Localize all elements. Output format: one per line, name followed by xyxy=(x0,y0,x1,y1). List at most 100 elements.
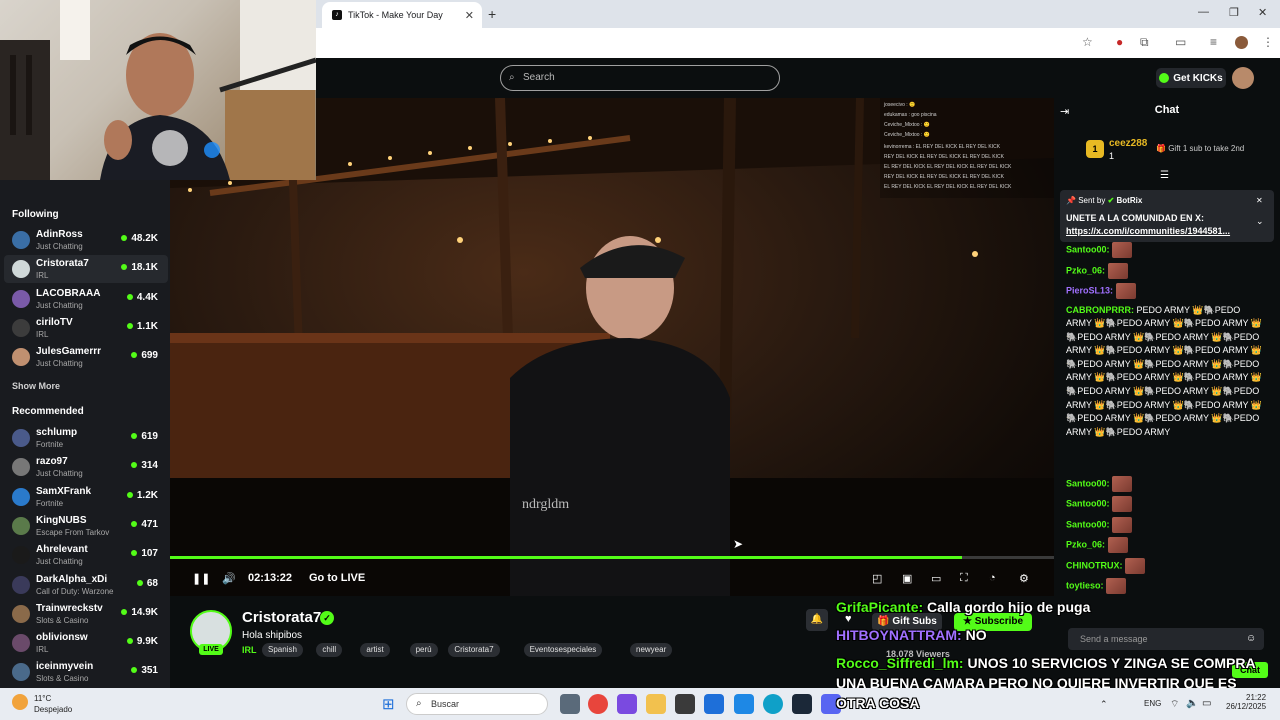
chat-username[interactable]: Pzko_06: xyxy=(1066,265,1105,275)
taskbar-search-input[interactable]: ⌕ Buscar xyxy=(406,693,548,715)
chat-username[interactable]: CABRONPRRR: xyxy=(1066,305,1134,315)
chat-username[interactable]: PieroSL13: xyxy=(1066,285,1113,295)
chat-message[interactable]: Santoo00: xyxy=(1066,242,1266,258)
sidebar-channel-samxfrank[interactable]: SamXFrank Fortnite 1.2K xyxy=(4,483,168,511)
sidebar-channel-trainwreckstv[interactable]: Trainwreckstv Slots & Casino 14.9K xyxy=(4,600,168,628)
steam-icon[interactable] xyxy=(792,694,812,714)
search-input[interactable]: ⌕ Search xyxy=(500,65,780,91)
chat-message[interactable]: CABRONPRRR: PEDO ARMY 👑🐘PEDO ARMY 👑🐘PEDO… xyxy=(1066,304,1266,440)
tray-chevron-icon[interactable]: ⌃ xyxy=(1100,699,1108,710)
new-tab-button[interactable]: + xyxy=(488,6,496,22)
sidebar-channel-darkalpha_xdi[interactable]: DarkAlpha_xDi Call of Duty: Warzone 68 xyxy=(4,571,168,599)
close-window-icon[interactable]: ✕ xyxy=(1258,6,1267,19)
clip-icon[interactable]: ▣ xyxy=(902,572,912,585)
stream-tag[interactable]: Eventosespeciales xyxy=(523,643,603,657)
file-explorer-icon[interactable] xyxy=(646,694,666,714)
sidebar-channel-razo97[interactable]: razo97 Just Chatting 314 xyxy=(4,453,168,481)
wifi-icon[interactable]: ⌔ xyxy=(1170,698,1179,711)
dropbox-icon[interactable] xyxy=(734,694,754,714)
sidebar-channel-cristorata7[interactable]: Cristorata7 IRL 18.1K xyxy=(4,255,168,284)
fullscreen-icon[interactable]: ⛶ xyxy=(960,572,968,585)
language-indicator[interactable]: ENG xyxy=(1144,699,1161,708)
channel-category: Just Chatting xyxy=(36,557,83,567)
pause-icon[interactable]: ❚❚ xyxy=(192,572,210,585)
edge-icon[interactable] xyxy=(763,694,783,714)
chat-username[interactable]: CHINOTRUX: xyxy=(1066,560,1123,570)
battery-icon[interactable]: ▭ xyxy=(1202,698,1211,709)
chat-message[interactable]: Pzko_06: xyxy=(1066,262,1266,279)
sidebar-channel-ahrelevant[interactable]: Ahrelevant Just Chatting 107 xyxy=(4,541,168,569)
sidebar-channel-schlump[interactable]: schlump Fortnite 619 xyxy=(4,424,168,452)
taskbar-clock[interactable]: 21:22 26/12/2025 xyxy=(1226,693,1266,711)
miniplayer-icon[interactable]: ◰ xyxy=(872,572,882,585)
copilot-icon[interactable] xyxy=(617,694,637,714)
bookmark-star-icon[interactable]: ☆ xyxy=(1082,35,1093,49)
sidebar-channel-julesgamerrr[interactable]: JulesGamerrr Just Chatting 699 xyxy=(4,343,168,371)
extensions-icon[interactable]: ⧉ xyxy=(1140,35,1149,50)
weather-icon[interactable] xyxy=(12,694,28,710)
sidebar-channel-oblivionsw[interactable]: oblivionsw IRL 9.9K xyxy=(4,629,168,657)
volume-icon[interactable]: 🔊 xyxy=(222,572,236,585)
sidebar-channel-lacobraaa[interactable]: LACOBRAAA Just Chatting 4.4K xyxy=(4,285,168,313)
playback-speed-icon[interactable]: ◔ xyxy=(989,572,996,584)
stream-category[interactable]: IRL xyxy=(242,645,257,655)
close-tab-icon[interactable]: ✕ xyxy=(465,9,474,22)
speaker-icon[interactable]: 🔈 xyxy=(1186,698,1198,709)
chat-username[interactable]: Santoo00: xyxy=(1066,478,1110,488)
store-icon[interactable] xyxy=(675,694,695,714)
chat-message[interactable]: Santoo00: xyxy=(1066,496,1266,512)
chrome-icon[interactable] xyxy=(588,694,608,714)
reading-list-icon[interactable]: ≡ xyxy=(1210,35,1217,49)
sidebar-channel-kingnubs[interactable]: KingNUBS Escape From Tarkov 471 xyxy=(4,512,168,540)
stream-tag[interactable]: artist xyxy=(360,643,390,657)
browser-menu-icon[interactable]: ⋮ xyxy=(1262,35,1274,49)
chat-username[interactable]: Santoo00: xyxy=(1066,519,1110,529)
top-gifter-name[interactable]: ceez288 xyxy=(1109,138,1147,149)
notification-bell-button[interactable]: 🔔 xyxy=(806,609,828,631)
settings-gear-icon[interactable]: ⚙ xyxy=(1019,572,1029,585)
chat-message[interactable]: PieroSL13: xyxy=(1066,283,1266,299)
windows-start-icon[interactable]: ⊞ xyxy=(382,695,395,713)
theater-mode-icon[interactable]: ▭ xyxy=(931,572,941,585)
sidebar-channel-cirilotv[interactable]: ciriloTV IRL 1.1K xyxy=(4,314,168,342)
browser-tab[interactable]: ♪ TikTok - Make Your Day ✕ xyxy=(322,2,482,28)
mail-icon[interactable] xyxy=(704,694,724,714)
stream-tag[interactable]: chill xyxy=(316,643,343,657)
cast-icon[interactable]: ▭ xyxy=(1175,35,1186,49)
stream-tag[interactable]: Spanish xyxy=(262,643,303,657)
chat-username[interactable]: Pzko_06: xyxy=(1066,539,1105,549)
chat-username[interactable]: Santoo00: xyxy=(1066,498,1110,508)
chat-message[interactable]: toytieso: xyxy=(1066,578,1266,594)
go-to-live-button[interactable]: Go to LIVE xyxy=(309,572,365,584)
channel-name[interactable]: Cristorata7 xyxy=(242,609,321,626)
stream-tag[interactable]: newyear xyxy=(630,643,673,657)
gift-prompt[interactable]: 🎁 Gift 1 sub to take 2nd xyxy=(1156,144,1244,153)
emote-picker-icon[interactable]: ☺ xyxy=(1246,633,1256,644)
get-kicks-button[interactable]: Get KICKs xyxy=(1156,68,1226,88)
maximize-icon[interactable]: ❐ xyxy=(1229,6,1239,19)
chat-message-input[interactable]: Send a message xyxy=(1068,628,1264,650)
stream-tag[interactable]: perú xyxy=(409,643,438,657)
unpin-icon[interactable]: ✕ xyxy=(1256,196,1263,205)
profile-avatar-icon[interactable] xyxy=(1235,36,1248,49)
chat-filter-icon[interactable]: ☰ xyxy=(1160,170,1169,181)
chat-message[interactable]: Santoo00: xyxy=(1066,475,1266,492)
chat-message[interactable]: Santoo00: xyxy=(1066,516,1266,533)
stream-tag[interactable]: Cristorata7 xyxy=(448,643,500,657)
show-more-button[interactable]: Show More xyxy=(12,381,60,391)
recommended-heading: Recommended xyxy=(12,406,84,417)
sidebar-channel-iceinmyvein[interactable]: iceinmyvein Slots & Casino 351 xyxy=(4,658,168,686)
viewer-count-value: 699 xyxy=(141,350,158,362)
chat-username[interactable]: toytieso: xyxy=(1066,580,1104,590)
chat-message[interactable]: Pzko_06: xyxy=(1066,537,1266,553)
progress-bar[interactable] xyxy=(170,556,1054,559)
sidebar-channel-adinross[interactable]: AdinRoss Just Chatting 48.2K xyxy=(4,226,168,254)
chat-message[interactable]: CHINOTRUX: xyxy=(1066,557,1266,574)
chevron-down-icon[interactable]: ⌄ xyxy=(1256,216,1264,227)
task-view-icon[interactable] xyxy=(560,694,580,714)
chat-username[interactable]: Santoo00: xyxy=(1066,244,1110,254)
pinned-link[interactable]: https://x.com/i/communities/1944581... xyxy=(1066,226,1230,236)
minimize-icon[interactable]: — xyxy=(1198,6,1209,18)
user-avatar[interactable] xyxy=(1232,67,1254,89)
extension-adblock-icon[interactable]: ● xyxy=(1116,35,1123,49)
